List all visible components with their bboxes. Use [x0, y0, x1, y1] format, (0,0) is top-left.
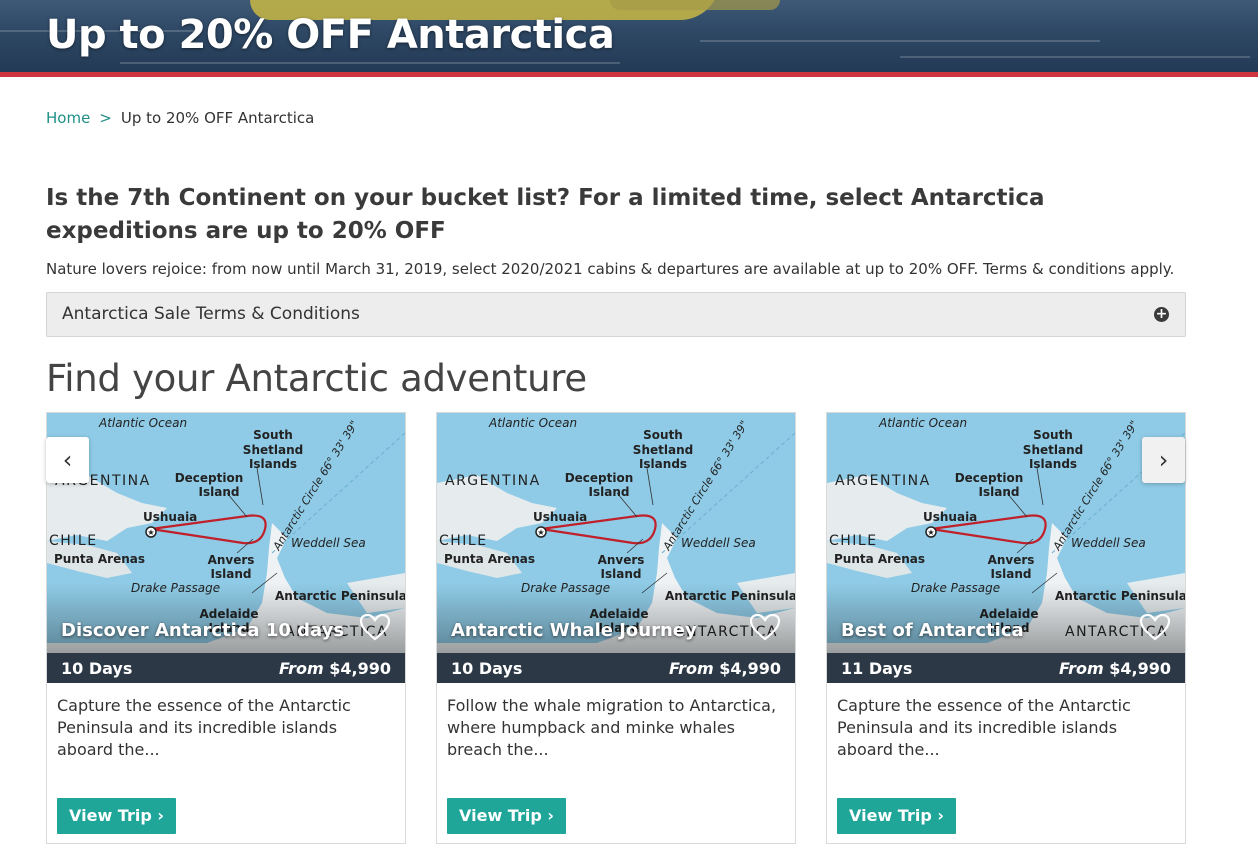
map-label: CHILE: [49, 533, 98, 549]
page-title: Up to 20% OFF Antarctica: [46, 12, 615, 58]
svg-text:South: South: [253, 428, 293, 442]
view-trip-button[interactable]: View Trip ›: [837, 798, 956, 834]
map-label: Atlantic Ocean: [98, 416, 187, 430]
svg-text:Anvers: Anvers: [208, 553, 255, 567]
heart-icon[interactable]: [749, 613, 781, 641]
price-value: $4,990: [329, 659, 391, 678]
svg-text:Islands: Islands: [639, 457, 687, 471]
trip-card[interactable]: ★ Atlantic Ocean ARGENTINA CHILE South S…: [46, 412, 406, 844]
hero-banner: Up to 20% OFF Antarctica: [0, 0, 1258, 72]
svg-text:Shetland: Shetland: [633, 443, 693, 457]
svg-text:Anvers: Anvers: [598, 553, 645, 567]
card-image[interactable]: ★ Atlantic Ocean ARGENTINA CHILE South S…: [437, 413, 795, 653]
price-value: $4,990: [719, 659, 781, 678]
svg-text:Island: Island: [991, 567, 1032, 581]
card-title[interactable]: Antarctic Whale Journey: [451, 620, 697, 641]
trip-card[interactable]: ★ Atlantic Ocean ARGENTINA CHILE South S…: [826, 412, 1186, 844]
route-map: ★ Atlantic Ocean ARGENTINA CHILE South S…: [47, 413, 405, 653]
svg-text:Islands: Islands: [249, 457, 297, 471]
map-label: Ushuaia: [143, 510, 197, 524]
svg-text:South: South: [1033, 428, 1073, 442]
breadcrumb: Home > Up to 20% OFF Antarctica: [46, 109, 314, 127]
svg-text:South: South: [643, 428, 683, 442]
card-info-bar: 10 Days From $4,990: [47, 653, 405, 683]
heart-icon[interactable]: [1139, 613, 1171, 641]
svg-text:Island: Island: [589, 485, 630, 499]
svg-text:★: ★: [537, 528, 544, 537]
svg-text:Island: Island: [199, 485, 240, 499]
card-duration: 11 Days: [841, 659, 913, 678]
card-description: Follow the whale migration to Antarctica…: [447, 696, 777, 759]
svg-text:Deception: Deception: [565, 471, 634, 485]
hero-accent-stripe: [0, 72, 1258, 77]
card-duration: 10 Days: [61, 659, 133, 678]
svg-text:Deception: Deception: [955, 471, 1024, 485]
route-map: ★ Atlantic Ocean ARGENTINA CHILE South S…: [437, 413, 795, 653]
card-description: Capture the essence of the Antarctic Pen…: [837, 696, 1131, 759]
svg-text:Deception: Deception: [175, 471, 244, 485]
card-title[interactable]: Best of Antarctica: [841, 620, 1024, 641]
chevron-right-icon: ›: [1158, 446, 1169, 474]
price-prefix: From: [278, 659, 324, 678]
svg-text:Shetland: Shetland: [1023, 443, 1083, 457]
route-map: ★ Atlantic Ocean ARGENTINA CHILE South S…: [827, 413, 1185, 653]
map-label: CHILE: [829, 533, 878, 549]
promo-heading: Is the 7th Continent on your bucket list…: [46, 185, 1045, 244]
card-image[interactable]: ★ Atlantic Ocean ARGENTINA CHILE South S…: [47, 413, 405, 653]
price-prefix: From: [1058, 659, 1104, 678]
map-label: Weddell Sea: [1071, 536, 1146, 550]
section-title: Find your Antarctic adventure: [46, 357, 587, 400]
carousel-prev-button[interactable]: ‹: [46, 437, 89, 483]
map-label: Weddell Sea: [291, 536, 366, 550]
card-info-bar: 11 Days From $4,990: [827, 653, 1185, 683]
svg-text:Island: Island: [211, 567, 252, 581]
card-image[interactable]: ★ Atlantic Ocean ARGENTINA CHILE South S…: [827, 413, 1185, 653]
svg-text:Island: Island: [979, 485, 1020, 499]
view-trip-button[interactable]: View Trip ›: [447, 798, 566, 834]
map-label: ARGENTINA: [835, 473, 931, 489]
svg-text:Shetland: Shetland: [243, 443, 303, 457]
svg-text:Islands: Islands: [1029, 457, 1077, 471]
chevron-left-icon: ‹: [62, 446, 73, 474]
carousel-next-button[interactable]: ›: [1142, 437, 1185, 483]
map-label: Atlantic Ocean: [878, 416, 967, 430]
svg-text:★: ★: [927, 528, 934, 537]
svg-text:Island: Island: [601, 567, 642, 581]
hero-boat-image-detail: [610, 0, 780, 10]
map-label: CHILE: [439, 533, 488, 549]
map-label: ARGENTINA: [445, 473, 541, 489]
promo-text: Nature lovers rejoice: from now until Ma…: [46, 260, 1175, 278]
view-trip-button[interactable]: View Trip ›: [57, 798, 176, 834]
card-info-bar: 10 Days From $4,990: [437, 653, 795, 683]
terms-accordion[interactable]: Antarctica Sale Terms & Conditions +: [46, 292, 1186, 337]
card-title[interactable]: Discover Antarctica 10 days: [61, 620, 344, 641]
map-label: Atlantic Ocean: [488, 416, 577, 430]
breadcrumb-home-link[interactable]: Home: [46, 109, 90, 127]
plus-circle-icon[interactable]: +: [1154, 307, 1169, 322]
trip-card[interactable]: ★ Atlantic Ocean ARGENTINA CHILE South S…: [436, 412, 796, 844]
svg-text:Anvers: Anvers: [988, 553, 1035, 567]
breadcrumb-current: Up to 20% OFF Antarctica: [120, 109, 315, 127]
breadcrumb-separator: >: [99, 109, 112, 127]
map-label: Weddell Sea: [681, 536, 756, 550]
map-label: Ushuaia: [923, 510, 977, 524]
card-description: Capture the essence of the Antarctic Pen…: [57, 696, 351, 759]
card-price: From $4,990: [1059, 659, 1171, 678]
map-label: Punta Arenas: [54, 552, 145, 566]
heart-icon[interactable]: [359, 613, 391, 641]
card-price: From $4,990: [279, 659, 391, 678]
svg-text:★: ★: [147, 528, 154, 537]
map-label: Ushuaia: [533, 510, 587, 524]
price-prefix: From: [668, 659, 714, 678]
card-duration: 10 Days: [451, 659, 523, 678]
map-label: Punta Arenas: [834, 552, 925, 566]
map-label: Punta Arenas: [444, 552, 535, 566]
card-price: From $4,990: [669, 659, 781, 678]
terms-accordion-label: Antarctica Sale Terms & Conditions: [62, 304, 360, 324]
price-value: $4,990: [1109, 659, 1171, 678]
